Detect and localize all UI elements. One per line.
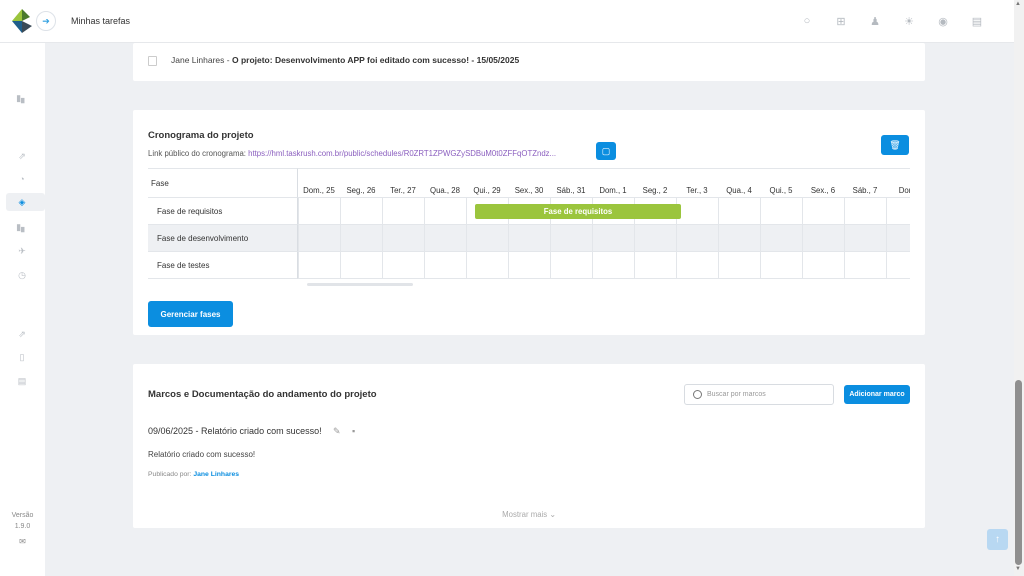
document-icon: [148, 56, 157, 66]
search-icon: [693, 390, 702, 399]
grid-line: [298, 198, 299, 279]
gantt-chart: Fase Fase de requisitos Fase de desenvol…: [148, 168, 910, 281]
arrow-up-icon: ↑: [995, 534, 1000, 545]
version-label: Versão: [11, 512, 34, 519]
document-icon[interactable]: ▯: [14, 350, 30, 364]
show-more-link[interactable]: Mostrar mais ⌄: [133, 510, 925, 519]
schedule-title: Cronograma do projeto: [148, 130, 254, 141]
phase-header: Fase: [148, 168, 298, 198]
clipboard-icon: ▢: [601, 145, 611, 156]
clock-icon[interactable]: ◷: [14, 268, 30, 282]
add-milestone-button[interactable]: Adicionar marco: [844, 385, 910, 404]
back-to-top-button[interactable]: ↑: [987, 529, 1008, 550]
day-header: Sex., 30: [508, 168, 550, 198]
public-link-label: Link público do cronograma:: [148, 149, 249, 158]
milestones-title: Marcos e Documentação do andamento do pr…: [148, 389, 377, 400]
grid-line: [466, 198, 467, 279]
search-icon[interactable]: ○: [799, 13, 815, 29]
milestone-publisher: Publicado por: Jane Linhares: [148, 471, 239, 478]
grid-line: [886, 198, 887, 279]
grid-line: [382, 198, 383, 279]
sun-icon[interactable]: ☀: [901, 13, 917, 29]
grid-line: [424, 198, 425, 279]
gantt-row: [298, 252, 910, 279]
day-header: Sáb., 31: [550, 168, 592, 198]
delete-schedule-button[interactable]: 🗑: [881, 135, 909, 155]
gantt-bar-requirements[interactable]: Fase de requisitos: [475, 204, 681, 219]
day-header: Dom., 1: [592, 168, 634, 198]
gantt-row: [298, 225, 910, 252]
day-header: Sex., 6: [802, 168, 844, 198]
grid-line: [844, 198, 845, 279]
trash-icon: 🗑: [889, 139, 901, 150]
scroll-up-arrow-icon[interactable]: ▲: [1015, 1, 1021, 7]
milestone-description: Relatório criado com sucesso!: [148, 450, 256, 459]
notification-text: Jane Linhares - O projeto: Desenvolvimen…: [171, 55, 519, 65]
phase-column: Fase Fase de requisitos Fase de desenvol…: [148, 168, 298, 279]
sidebar-toggle-button[interactable]: ➔: [36, 11, 56, 31]
schedule-card: Cronograma do projeto Link público do cr…: [133, 110, 925, 335]
user-icon[interactable]: ♟: [867, 13, 883, 29]
milestone-search-input[interactable]: Buscar por marcos: [684, 384, 834, 405]
tasks-icon[interactable]: ⇗: [14, 149, 30, 163]
top-bar: ➔ Minhas tarefas ○ ⊞ ♟ ☀ ◉ ▤: [0, 0, 1015, 43]
day-header: Qui., 29: [466, 168, 508, 198]
pencil-icon[interactable]: ✎: [333, 426, 341, 437]
file-icon[interactable]: ▤: [14, 374, 30, 388]
notification-card: Jane Linhares - O projeto: Desenvolvimen…: [133, 43, 925, 81]
report-icon[interactable]: ▤: [969, 13, 985, 29]
grid-line: [340, 198, 341, 279]
grid-line: [802, 198, 803, 279]
bar-chart-icon[interactable]: ▮▖: [14, 220, 30, 234]
published-label: Publicado por:: [148, 471, 194, 478]
public-link-url[interactable]: https://hml.taskrush.com.br/public/sched…: [248, 149, 556, 158]
mail-icon[interactable]: ✉: [0, 536, 45, 547]
day-header: Seg., 26: [340, 168, 382, 198]
day-header: Ter., 27: [382, 168, 424, 198]
pie-chart-icon[interactable]: ◔: [14, 172, 30, 186]
phase-row[interactable]: Fase de testes: [148, 252, 298, 279]
search-placeholder: Buscar por marcos: [707, 391, 766, 398]
day-header: Qua., 4: [718, 168, 760, 198]
grid-line: [760, 198, 761, 279]
scrollbar-thumb[interactable]: [1015, 380, 1022, 565]
version-number: 1.9.0: [14, 523, 31, 530]
grid-line: [718, 198, 719, 279]
day-header: Qui., 5: [760, 168, 802, 198]
published-by[interactable]: Jane Linhares: [193, 471, 239, 478]
manage-phases-button[interactable]: Gerenciar fases: [148, 301, 233, 327]
sidebar: ▮▖ ⇗ ◔ ◈ ▮▖ ✈ ◷ ⇗ ▯ ▤ Versão 1.9.0 ✉: [0, 43, 45, 576]
day-header: Dom., 25: [298, 168, 340, 198]
public-link: Link público do cronograma: https://hml.…: [148, 149, 556, 158]
horizontal-scrollbar[interactable]: [307, 283, 413, 286]
day-header: Dom: [886, 168, 910, 198]
dashboard-icon[interactable]: ▮▖: [14, 91, 30, 105]
plus-icon[interactable]: ⊞: [833, 13, 849, 29]
notification-separator: -: [224, 55, 232, 65]
app-logo[interactable]: [10, 8, 34, 34]
header-actions: ○ ⊞ ♟ ☀ ◉ ▤: [799, 13, 985, 29]
day-header: Qua., 28: [424, 168, 466, 198]
notification-user: Jane Linhares: [171, 55, 225, 65]
phase-row[interactable]: Fase de requisitos: [148, 198, 298, 225]
day-header: Seg., 2: [634, 168, 676, 198]
send-icon[interactable]: ⇗: [14, 327, 30, 341]
copy-link-button[interactable]: ▢: [596, 142, 616, 160]
scroll-down-arrow-icon[interactable]: ▼: [1015, 566, 1021, 572]
help-icon[interactable]: ◉: [935, 13, 951, 29]
double-chevron-right-icon: ➔: [42, 15, 50, 26]
notification-message: O projeto: Desenvolvimento APP foi edita…: [231, 55, 520, 65]
projects-icon[interactable]: ◈: [14, 195, 30, 209]
pin-icon[interactable]: ✈: [14, 244, 30, 258]
day-header: Ter., 3: [676, 168, 718, 198]
milestone-title: 09/06/2025 - Relatório criado com sucess…: [148, 426, 322, 436]
day-header: Sáb., 7: [844, 168, 886, 198]
trash-icon[interactable]: ▪: [352, 426, 355, 436]
page-title: Minhas tarefas: [71, 16, 131, 26]
version-info: Versão 1.9.0 ✉: [0, 510, 45, 547]
milestones-card: Marcos e Documentação do andamento do pr…: [133, 364, 925, 528]
phase-row[interactable]: Fase de desenvolvimento: [148, 225, 298, 252]
